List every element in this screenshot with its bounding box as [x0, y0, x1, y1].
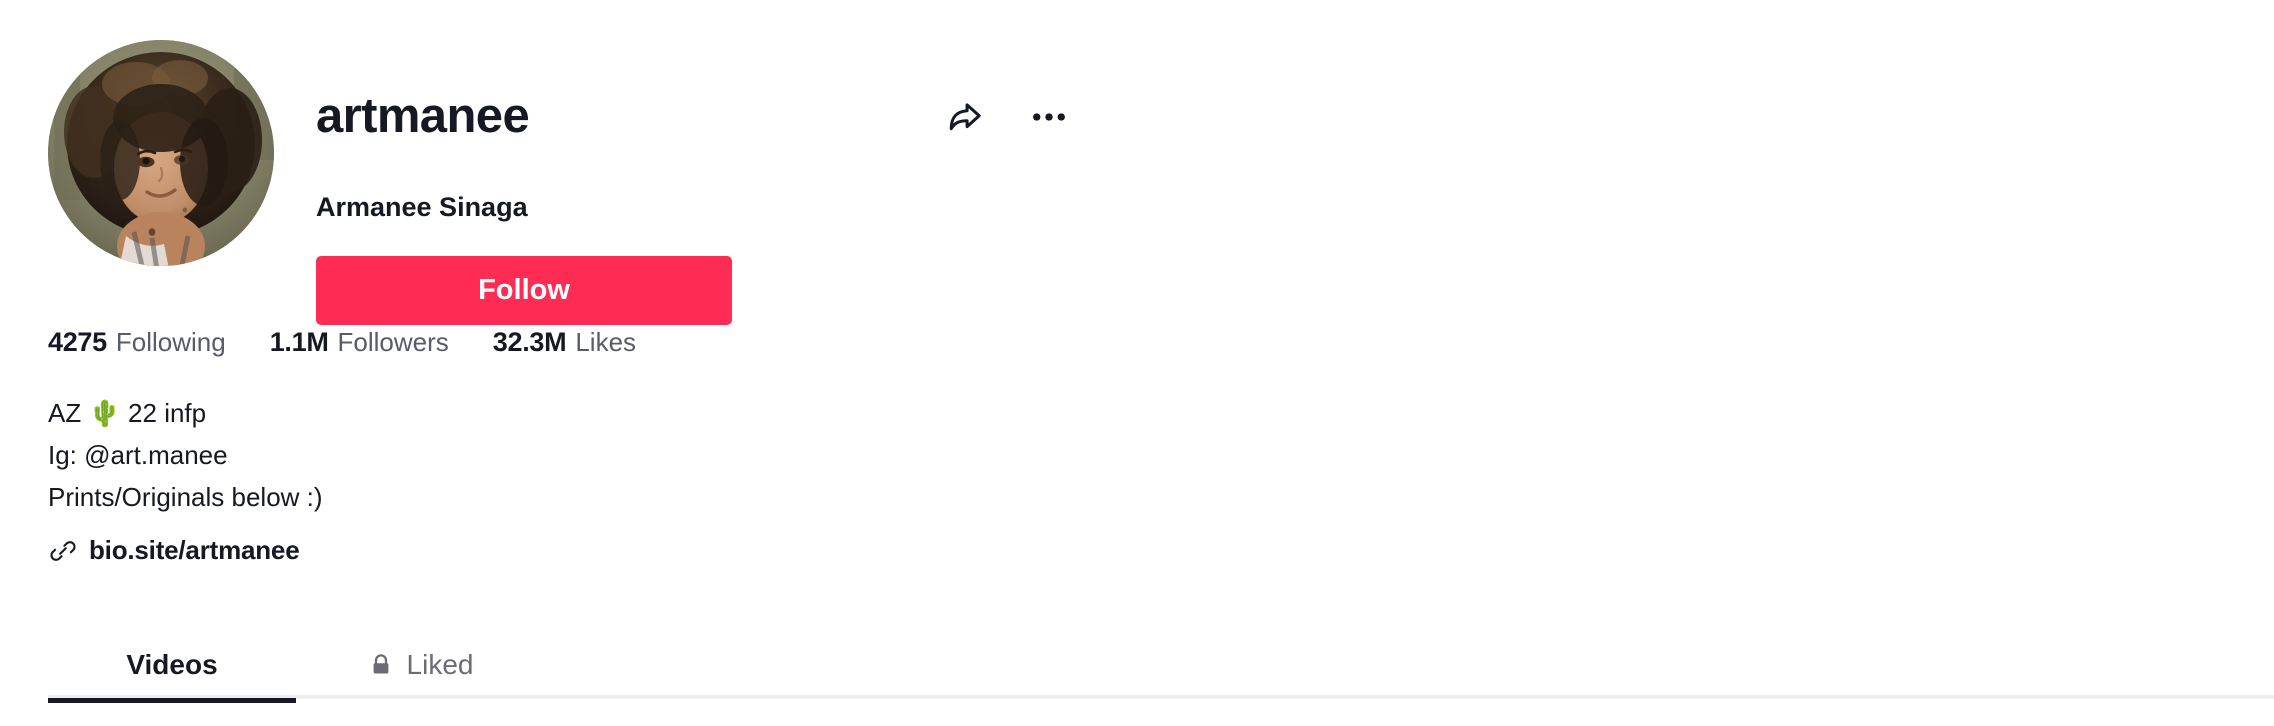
- stat-followers-value: 1.1M: [269, 327, 329, 357]
- tab-videos-inner: Videos: [126, 649, 217, 681]
- stat-likes-value: 32.3M: [492, 327, 567, 357]
- tab-liked-inner: Liked: [367, 648, 474, 681]
- username-row: artmanee: [316, 54, 1073, 178]
- stat-likes-label: Likes: [575, 327, 637, 357]
- stat-followers[interactable]: 1.1M Followers: [270, 327, 449, 358]
- tiktok-profile-page: artmanee Armanee Sinaga Follow 4275 Foll…: [0, 0, 2274, 726]
- stat-following[interactable]: 4275 Following: [48, 327, 226, 358]
- avatar[interactable]: [48, 40, 274, 266]
- profile-header: artmanee Armanee Sinaga Follow: [48, 40, 1073, 325]
- tab-active-underline: [48, 698, 296, 703]
- bio-link[interactable]: bio.site/artmanee: [48, 535, 300, 566]
- stat-following-label: Following: [115, 327, 226, 357]
- tabs-list: Videos Liked: [48, 630, 544, 703]
- tab-videos[interactable]: Videos: [48, 630, 296, 703]
- more-options-icon: [1028, 96, 1070, 141]
- tab-liked[interactable]: Liked: [296, 630, 544, 699]
- tab-videos-label: Videos: [126, 648, 218, 680]
- share-button[interactable]: [941, 95, 989, 143]
- lock-icon: [367, 651, 395, 679]
- stats-row: 4275 Following 1.1M Followers 32.3M Like…: [48, 327, 636, 358]
- link-chain-icon: [48, 536, 78, 566]
- avatar-photo: [48, 40, 274, 266]
- stat-following-value: 4275: [48, 327, 107, 357]
- share-arrow-icon: [945, 97, 985, 140]
- tab-liked-label: Liked: [406, 648, 474, 680]
- stat-followers-label: Followers: [337, 327, 449, 357]
- profile-info: artmanee Armanee Sinaga Follow: [316, 40, 1073, 325]
- bio-text: AZ 🌵 22 infp Ig: @art.manee Prints/Origi…: [48, 398, 323, 512]
- stat-likes[interactable]: 32.3M Likes: [493, 327, 636, 358]
- bio-link-text: bio.site/artmanee: [89, 535, 300, 565]
- follow-button[interactable]: Follow: [316, 255, 732, 325]
- profile-tabs: Videos Liked: [0, 630, 2274, 726]
- more-options-button[interactable]: [1025, 95, 1073, 143]
- display-name: Armanee Sinaga: [316, 191, 528, 222]
- page-title: artmanee: [316, 88, 530, 143]
- header-actions: [941, 89, 1073, 143]
